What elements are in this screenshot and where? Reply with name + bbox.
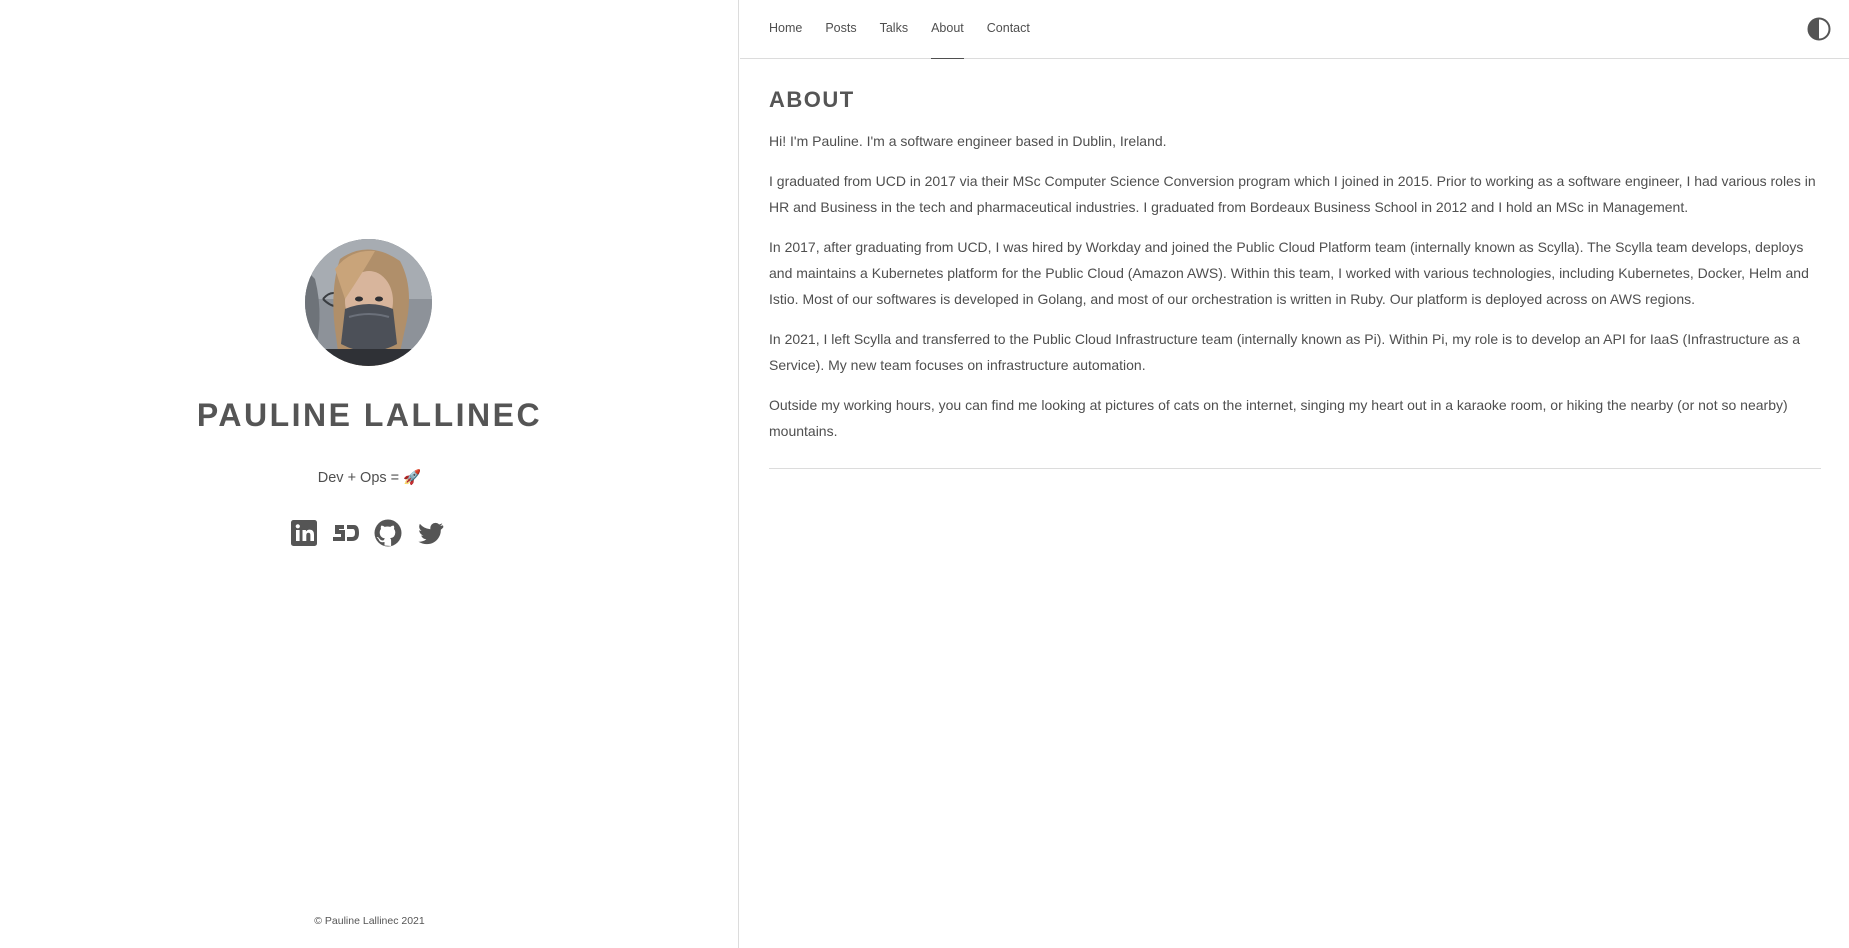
profile-name: PAULINE LALLINEC	[196, 397, 543, 433]
sourcehut-icon	[333, 525, 359, 541]
contrast-icon	[1807, 17, 1831, 41]
github-icon	[374, 519, 402, 547]
about-paragraph: In 2017, after graduating from UCD, I wa…	[769, 239, 1809, 307]
github-link[interactable]	[373, 518, 403, 548]
theme-toggle-button[interactable]	[1807, 17, 1831, 41]
sourcehut-link[interactable]	[331, 518, 361, 548]
about-paragraph: In 2021, I left Scylla and transferred t…	[769, 331, 1801, 373]
main-content-area: Home Posts Talks About Contact ABOUT Hi!…	[740, 0, 1849, 948]
copyright: © Pauline Lallinec 2021	[314, 915, 425, 927]
twitter-icon	[418, 522, 444, 545]
about-article: ABOUT Hi! I'm Pauline. I'm a software en…	[769, 86, 1821, 469]
content-divider	[769, 468, 1821, 469]
twitter-link[interactable]	[415, 518, 445, 548]
nav-about[interactable]: About	[931, 0, 964, 59]
nav-talks[interactable]: Talks	[880, 0, 908, 59]
profile-sidebar: PAULINE LALLINEC Dev + Ops = 🚀 © Pauline…	[0, 0, 739, 948]
linkedin-icon	[291, 520, 317, 546]
nav-posts[interactable]: Posts	[825, 0, 856, 59]
social-links	[289, 518, 445, 548]
nav-links: Home Posts Talks About Contact	[769, 0, 1053, 59]
avatar-photo	[305, 239, 432, 366]
about-paragraph: I graduated from UCD in 2017 via their M…	[769, 173, 1816, 215]
profile-tagline: Dev + Ops = 🚀	[317, 470, 422, 486]
nav-contact[interactable]: Contact	[987, 0, 1030, 59]
avatar[interactable]	[305, 239, 432, 366]
page-title: ABOUT	[769, 87, 855, 112]
top-navigation: Home Posts Talks About Contact	[740, 0, 1849, 59]
linkedin-link[interactable]	[289, 518, 319, 548]
nav-home[interactable]: Home	[769, 0, 802, 59]
about-paragraph: Outside my working hours, you can find m…	[769, 397, 1788, 439]
about-paragraph: Hi! I'm Pauline. I'm a software engineer…	[769, 133, 1167, 149]
